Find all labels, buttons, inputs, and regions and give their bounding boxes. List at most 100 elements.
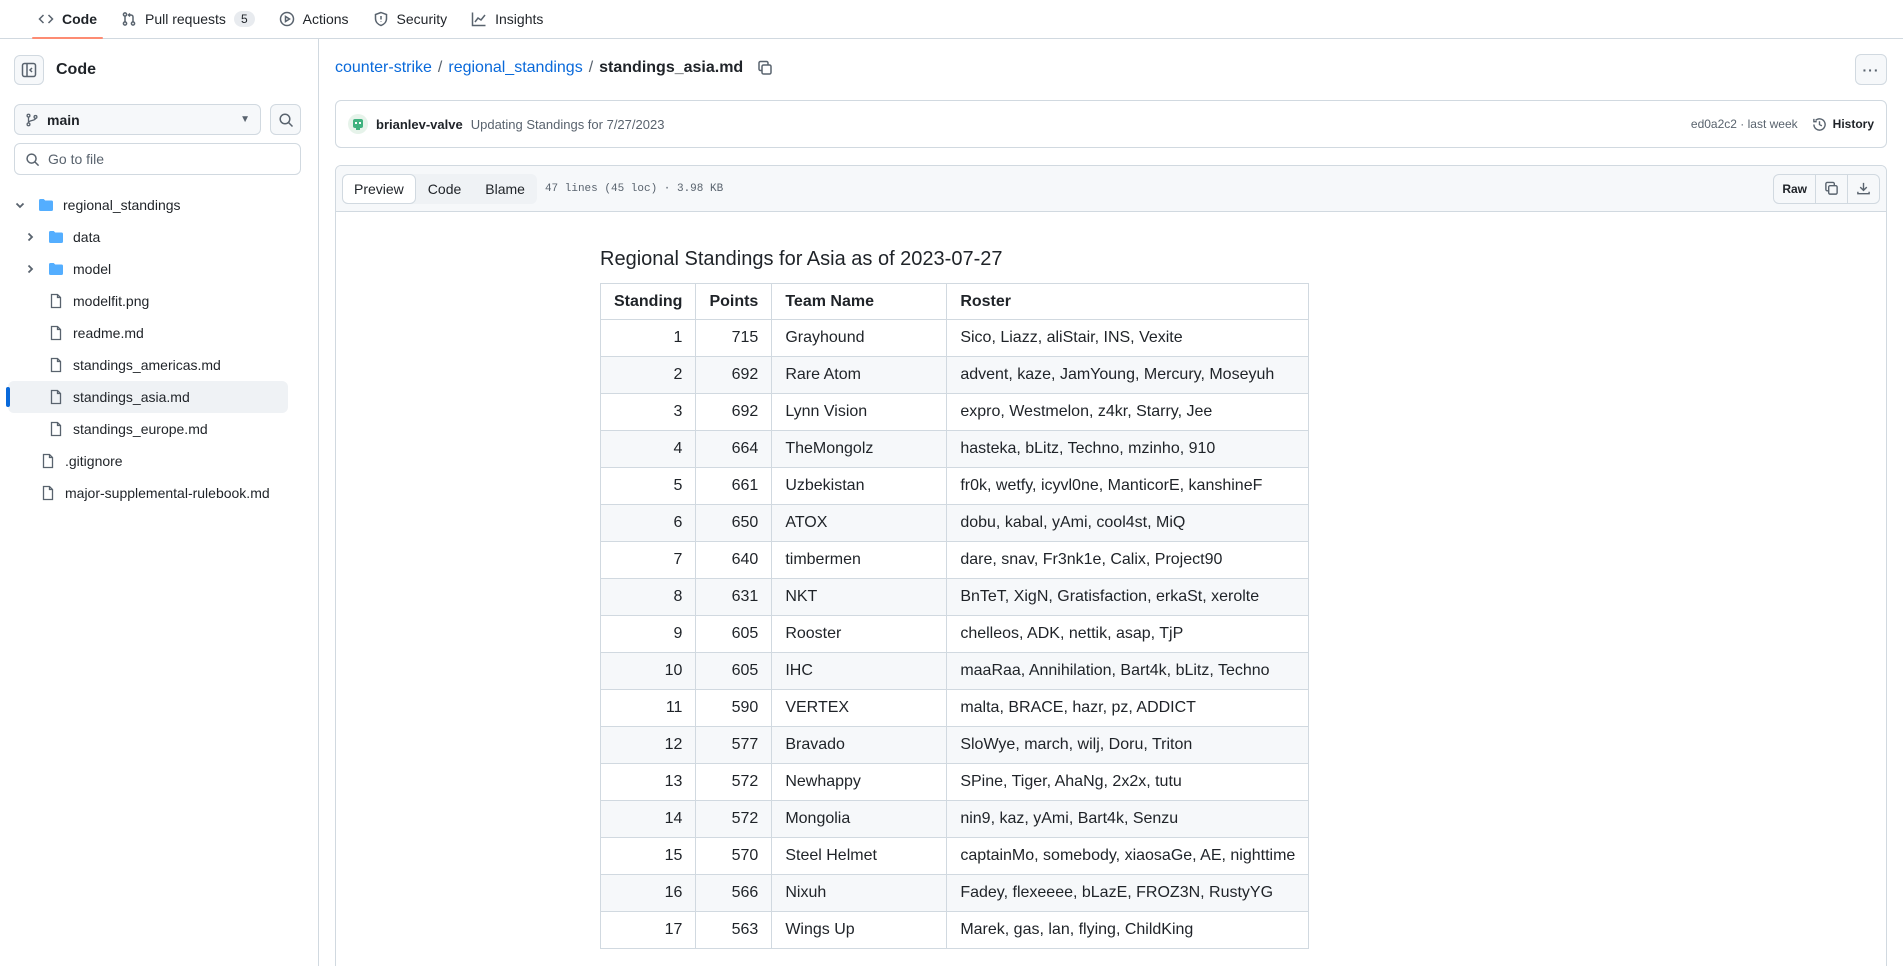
- folder-open-icon: [38, 197, 54, 213]
- tree-file-readme[interactable]: readme.md: [8, 317, 288, 349]
- team-name-cell: Steel Helmet: [771, 837, 948, 875]
- more-options-button[interactable]: ···: [1855, 54, 1887, 85]
- tab-preview[interactable]: Preview: [342, 173, 416, 204]
- commit-message[interactable]: Updating Standings for 7/27/2023: [471, 117, 665, 132]
- tab-security[interactable]: Security: [363, 0, 458, 38]
- standing-cell: 5: [599, 467, 697, 505]
- folder-icon: [48, 229, 64, 245]
- tree-folder-regional-standings[interactable]: regional_standings: [8, 189, 288, 221]
- shield-icon: [374, 11, 387, 27]
- table-row: 17 563 Wings Up Marek, gas, lan, flying, Ch…: [599, 911, 1310, 949]
- points-cell: 566: [695, 874, 773, 912]
- sidebar-collapse-icon: [21, 62, 37, 78]
- team-name-cell: Lynn Vision: [771, 393, 948, 431]
- breadcrumb-separator: /: [437, 59, 443, 76]
- search-icon: [278, 112, 293, 127]
- roster-cell: SPine, Tiger, AhaNg, 2x2x, tutu: [946, 763, 1310, 801]
- column-header: Points: [695, 283, 773, 320]
- file-icon: [48, 325, 64, 341]
- tree-file-standings-europe[interactable]: standings_europe.md: [8, 413, 288, 445]
- collapse-sidebar-button[interactable]: [14, 55, 44, 85]
- tab-code-view[interactable]: Code: [416, 174, 473, 204]
- breadcrumb-repo-link[interactable]: counter-strike: [335, 59, 432, 77]
- tree-item-label: model: [73, 261, 112, 277]
- table-row: 11 590 VERTEX malta, BRACE, hazr, pz, ADDIC…: [599, 689, 1310, 727]
- tree-file-gitignore[interactable]: .gitignore: [8, 445, 288, 477]
- branch-name: main: [47, 111, 80, 128]
- file-actions: Raw: [1773, 173, 1880, 204]
- tab-insights-label: Insights: [495, 11, 544, 27]
- search-icon: [26, 152, 40, 166]
- history-button[interactable]: History: [1812, 117, 1874, 132]
- tab-insights[interactable]: Insights: [461, 0, 553, 38]
- standing-cell: 14: [599, 800, 697, 838]
- avatar[interactable]: [348, 114, 368, 134]
- file-icon: [40, 485, 56, 501]
- tree-item-label: standings_asia.md: [73, 389, 190, 405]
- go-to-file-field[interactable]: [14, 143, 301, 175]
- standing-cell: 9: [599, 615, 697, 653]
- points-cell: 631: [695, 578, 773, 616]
- table-header-row: Standing Points Team Name Roster: [599, 283, 1310, 320]
- column-header: Team Name: [771, 283, 948, 320]
- kebab-horizontal-icon: ···: [1862, 61, 1880, 78]
- tree-item-label: major-supplemental-rulebook.md: [65, 485, 270, 501]
- commit-author[interactable]: brianlev-valve: [376, 117, 463, 132]
- roster-cell: fr0k, wetfy, icyvl0ne, ManticorE, kanshi…: [946, 467, 1310, 505]
- standing-cell: 1: [599, 319, 697, 357]
- markdown-preview: Regional Standings for Asia as of 2023-0…: [599, 248, 1320, 949]
- table-row: 13 572 Newhappy SPine, Tiger, AhaNg, 2x2x, …: [599, 763, 1310, 801]
- branch-selector[interactable]: main ▼: [14, 104, 261, 135]
- tree-file-rulebook[interactable]: major-supplemental-rulebook.md: [8, 477, 288, 509]
- standing-cell: 17: [599, 911, 697, 949]
- points-cell: 605: [695, 652, 773, 690]
- tree-file-standings-americas[interactable]: standings_americas.md: [8, 349, 288, 381]
- table-row: 10 605 IHC maaRaa, Annihilation, Bart4k, bL…: [599, 652, 1310, 690]
- roster-cell: dare, snav, Fr3nk1e, Calix, Project90: [946, 541, 1310, 579]
- points-cell: 563: [695, 911, 773, 949]
- tab-code[interactable]: Code: [28, 0, 107, 39]
- graph-icon: [471, 12, 486, 27]
- team-name-cell: Newhappy: [771, 763, 948, 801]
- standing-cell: 13: [599, 763, 697, 801]
- tree-item-label: modelfit.png: [73, 293, 150, 309]
- tab-pull-requests[interactable]: Pull requests 5: [111, 0, 265, 38]
- roster-cell: BnTeT, XigN, Gratisfaction, erkaSt, xero…: [946, 578, 1310, 616]
- team-name-cell: Bravado: [771, 726, 948, 764]
- table-row: 4 664 TheMongolz hasteka, bLitz, Techno, mz…: [599, 430, 1310, 468]
- tree-folder-model[interactable]: model: [8, 253, 288, 285]
- column-header: Roster: [946, 283, 1310, 320]
- tab-code-label: Code: [62, 11, 97, 27]
- copy-path-icon[interactable]: [757, 60, 773, 76]
- points-cell: 577: [695, 726, 773, 764]
- team-name-cell: VERTEX: [771, 689, 948, 727]
- points-cell: 605: [695, 615, 773, 653]
- go-to-file-input[interactable]: [48, 151, 288, 167]
- points-cell: 661: [695, 467, 773, 505]
- tree-file-modelfit[interactable]: modelfit.png: [8, 285, 288, 317]
- standing-cell: 6: [599, 504, 697, 542]
- tab-actions[interactable]: Actions: [269, 0, 359, 38]
- chevron-down-icon: ▼: [240, 114, 250, 125]
- search-code-button[interactable]: [270, 104, 301, 135]
- points-cell: 664: [695, 430, 773, 468]
- breadcrumb-folder-link[interactable]: regional_standings: [448, 59, 582, 77]
- download-button[interactable]: [1848, 175, 1879, 203]
- team-name-cell: NKT: [771, 578, 948, 616]
- roster-cell: advent, kaze, JamYoung, Mercury, Moseyuh: [946, 356, 1310, 394]
- commit-hash-time[interactable]: ed0a2c2 · last week: [1691, 117, 1798, 131]
- file-viewer: Preview Code Blame 47 lines (45 loc) · 3…: [335, 165, 1887, 966]
- latest-commit-bar: brianlev-valve Updating Standings for 7/…: [335, 100, 1887, 148]
- roster-cell: expro, Westmelon, z4kr, Starry, Jee: [946, 393, 1310, 431]
- raw-button[interactable]: Raw: [1774, 174, 1816, 203]
- code-icon: [38, 14, 54, 24]
- points-cell: 572: [695, 800, 773, 838]
- download-icon: [1857, 182, 1870, 195]
- copy-raw-button[interactable]: [1816, 174, 1848, 203]
- tree-folder-data[interactable]: data: [8, 221, 288, 253]
- tree-file-standings-asia[interactable]: standings_asia.md: [6, 381, 288, 413]
- team-name-cell: TheMongolz: [771, 430, 948, 468]
- roster-cell: dobu, kabal, yAmi, cool4st, MiQ: [946, 504, 1310, 542]
- table-row: 7 640 timbermen dare, snav, Fr3nk1e, Calix,…: [599, 541, 1310, 579]
- tab-blame[interactable]: Blame: [473, 174, 537, 204]
